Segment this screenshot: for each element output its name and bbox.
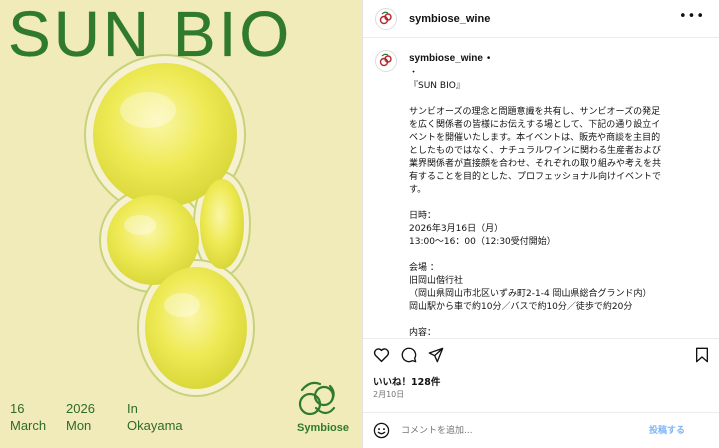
comment-input[interactable] — [401, 423, 641, 439]
poster-year: 2026 Mon — [66, 401, 95, 433]
post-panel: symbiose_wine ••• symbiose_wine • ・『SUN B… — [363, 0, 719, 448]
caption-line: 有することを目的とした、プロフェッショナル向けイベントで — [409, 172, 662, 182]
heart-icon[interactable] — [373, 347, 390, 363]
bookmark-icon[interactable] — [695, 347, 709, 363]
likes-count[interactable]: いいね！128件 — [373, 374, 440, 388]
comment-icon[interactable] — [401, 347, 417, 363]
poster-title: SUN BIO — [8, 0, 293, 70]
caption-line: サンビオーズの理念と問題意識を共有し、サンビオーズの発足 — [409, 107, 661, 117]
avatar[interactable] — [375, 7, 397, 30]
caption-line: 13:00～16：00（12:30受付開始） — [409, 237, 556, 247]
avatar[interactable] — [375, 50, 397, 72]
caption-line: としたものではなく、ナチュラルワインに関わる生産者および — [409, 146, 662, 156]
caption-line: 『SUN BIO』 — [409, 81, 465, 91]
header-username[interactable]: symbiose_wine — [409, 13, 490, 25]
post-image[interactable]: SUN BIO 16 March 2026 Mon In Okayama Symbio… — [0, 0, 362, 448]
caption-area: symbiose_wine • ・『SUN BIO』サンビオーズの理念と問題意識を… — [363, 39, 719, 339]
caption-line: を広く関係者の皆様にお伝えする場として、下記の通り設立イ — [409, 120, 661, 130]
caption-line: ・ — [409, 68, 419, 78]
caption-line: 旧岡山偕行社 — [409, 276, 464, 286]
post-header: symbiose_wine ••• — [363, 0, 719, 38]
comment-bar: 投稿する — [363, 412, 719, 448]
caption-line: 岡山駅から車で約10分／バスで約10分／徒歩で約20分 — [409, 302, 633, 312]
caption-line — [409, 197, 709, 210]
caption-dot: • — [486, 53, 491, 64]
caption-line: 業界関係者が直接顔を合わせ、それぞれの取り組みや考えを共 — [409, 159, 662, 169]
caption-username[interactable]: symbiose_wine — [409, 53, 483, 64]
caption-line — [409, 249, 709, 262]
poster-location: In Okayama — [127, 401, 183, 433]
caption-line: ベントを開催いたします。本イベントは、販売や商談を主目的 — [409, 133, 661, 143]
caption-line: す。 — [409, 185, 427, 195]
post-comment-button[interactable]: 投稿する — [649, 423, 685, 436]
caption-line — [409, 314, 709, 327]
caption-text: ・『SUN BIO』サンビオーズの理念と問題意識を共有し、サンビオーズの発足 を広… — [409, 67, 709, 339]
account-logo-icon — [379, 53, 392, 67]
symbiose-logo-icon — [298, 381, 336, 416]
more-horizontal-icon[interactable]: ••• — [679, 10, 705, 23]
action-bar — [363, 338, 719, 368]
post-date[interactable]: 2月10日 — [373, 389, 404, 400]
share-icon[interactable] — [428, 347, 444, 363]
caption-line: 会場 ： — [409, 263, 439, 273]
caption-line: 日時： — [409, 211, 437, 221]
caption-line — [409, 93, 709, 106]
caption-username-row: symbiose_wine • — [409, 53, 490, 64]
caption-line: （岡山県岡山市北区いずみ町2-1-4 岡山県総合グランド内） — [409, 289, 652, 299]
poster-brand: Symbiose — [297, 422, 349, 434]
caption-line: 2026年3月16日（月） — [409, 224, 504, 234]
emoji-icon[interactable] — [373, 422, 390, 439]
poster-day: 16 March — [10, 401, 47, 433]
account-logo-icon — [379, 11, 392, 24]
